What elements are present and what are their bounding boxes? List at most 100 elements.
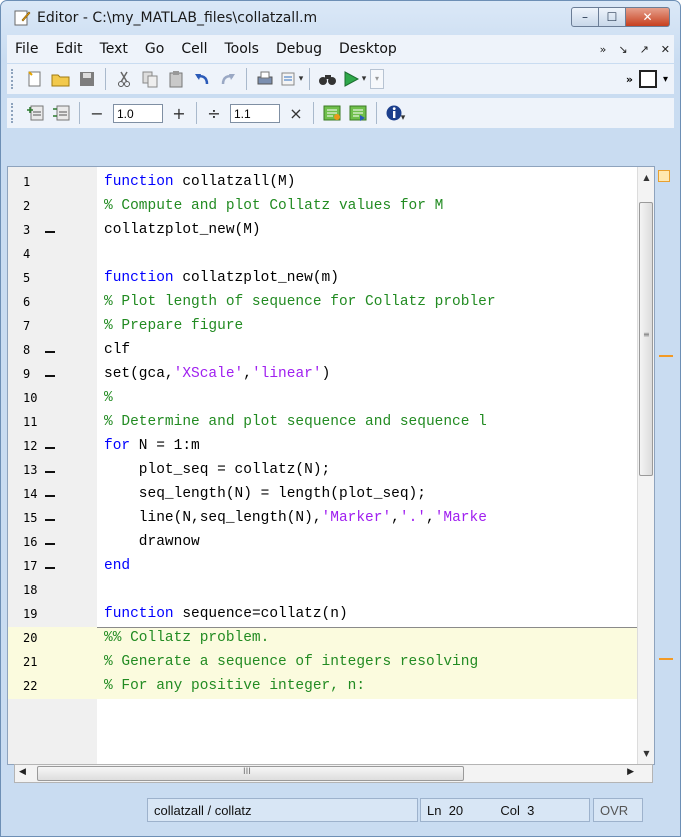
menu-tools[interactable]: Tools [216,41,268,57]
paste-icon[interactable] [163,67,189,91]
code-line[interactable]: 4 [8,243,654,267]
menu-overflow-icon[interactable]: » [600,43,607,56]
code-line[interactable]: 7 % Prepare figure [8,315,654,339]
horizontal-scroll-thumb[interactable]: III [37,766,464,781]
publish-icon[interactable]: ▾ [278,67,304,91]
breakpoint-marker[interactable] [45,519,55,521]
line-number: 22 [23,679,38,693]
code-text: % Compute and plot Collatz values for M [104,198,444,214]
redo-icon[interactable] [215,67,241,91]
warning-marker[interactable] [659,355,673,357]
menu-cell[interactable]: Cell [173,41,216,57]
breakpoint-marker[interactable] [45,375,55,377]
menu-file[interactable]: File [7,41,47,57]
line-number: 1 [23,175,31,189]
code-line[interactable]: 2 % Compute and plot Collatz values for M [8,195,654,219]
breakpoint-marker[interactable] [45,567,55,569]
divide-button[interactable]: ÷ [202,104,226,123]
code-line[interactable]: 6 % Plot length of sequence for Collatz p… [8,291,654,315]
evaluate-cell-icon[interactable] [319,101,345,125]
code-line[interactable]: 19 function sequence=collatz(n) [8,603,654,627]
status-cursor-position: Ln 20 Col 3 [420,798,590,822]
save-icon[interactable] [74,67,100,91]
toolbar-separator [196,102,197,124]
analyzer-status-icon[interactable] [658,170,670,182]
scroll-up-icon[interactable]: ▲ [638,169,654,186]
copy-icon[interactable] [137,67,163,91]
code-line[interactable]: 18 [8,579,654,603]
toolbar-grip[interactable] [11,69,16,89]
title-bar[interactable]: Editor - C:\my_MATLAB_files\collatzall.m… [1,1,680,35]
menu-text[interactable]: Text [92,41,137,57]
code-line[interactable]: 21 % Generate a sequence of integers reso… [8,651,654,675]
scroll-right-icon[interactable]: ▶ [627,767,634,777]
scroll-down-icon[interactable]: ▼ [638,745,654,762]
find-icon[interactable] [315,67,341,91]
code-line[interactable]: 14 seq_length(N) = length(plot_seq); [8,483,654,507]
menu-desktop[interactable]: Desktop [331,41,406,57]
undock-icon[interactable]: ↗ [640,43,649,56]
code-line[interactable]: 3 collatzplot_new(M) [8,219,654,243]
code-line[interactable]: 12 for N = 1:m [8,435,654,459]
multiply-button[interactable]: × [284,104,308,123]
increment-button[interactable]: + [167,104,191,123]
vertical-scroll-thumb[interactable]: ≡ [639,202,653,476]
code-line[interactable]: 9 set(gca,'XScale','linear') [8,363,654,387]
vertical-scrollbar[interactable]: ▲ ≡ ▼ [637,167,654,764]
breakpoint-marker[interactable] [45,231,55,233]
code-line[interactable]: 17 end [8,555,654,579]
vertical-thumb-grip: ≡ [643,330,650,339]
print-icon[interactable] [252,67,278,91]
toolbar-grip[interactable] [11,103,16,123]
breakpoint-marker[interactable] [45,543,55,545]
divide-value-field[interactable]: 1.1 [230,103,280,123]
close-button[interactable]: ✕ [626,7,670,27]
code-line[interactable]: 10% [8,387,654,411]
code-line[interactable]: 8 clf [8,339,654,363]
menu-debug[interactable]: Debug [268,41,331,57]
warning-marker[interactable] [659,658,673,660]
open-folder-icon[interactable] [48,67,74,91]
code-editor[interactable]: 1 function collatzall(M) 2 % Compute and pl… [7,166,655,765]
code-line[interactable]: 11 % Determine and plot sequence and sequ… [8,411,654,435]
insert-cell-divider-icon[interactable] [22,101,48,125]
breakpoint-marker[interactable] [45,495,55,497]
code-line[interactable]: 1 function collatzall(M) [8,171,654,195]
decrement-button[interactable]: − [85,104,109,123]
status-overwrite-mode[interactable]: OVR [593,798,643,822]
scroll-left-icon[interactable]: ◀ [19,767,26,777]
horizontal-scrollbar[interactable]: ◀ III ▶ [14,764,653,783]
toolbar-overflow-icon[interactable]: » [626,73,633,86]
code-line[interactable]: 20 %% Collatz problem. [8,627,654,651]
maximize-button[interactable]: ☐ [599,7,626,27]
code-line[interactable]: 5 function collatzplot_new(m) [8,267,654,291]
code-line[interactable]: 13 plot_seq = collatz(N); [8,459,654,483]
insert-cell-breaks-icon[interactable] [48,101,74,125]
code-line[interactable]: 22 % For any positive integer, n: [8,675,654,699]
dropdown-arrow-icon[interactable]: ▾ [362,74,367,84]
code-text: % Generate a sequence of integers resolv… [104,654,479,670]
evaluate-cell-advance-icon[interactable] [345,101,371,125]
undo-icon[interactable] [189,67,215,91]
layout-selector[interactable]: ▾ [638,70,668,88]
menu-edit[interactable]: Edit [47,41,91,57]
breakpoint-marker[interactable] [45,351,55,353]
decrement-value-field[interactable]: 1.0 [113,103,163,123]
dropdown-arrow-icon[interactable]: ▾ [299,74,304,84]
code-line[interactable]: 15 line(N,seq_length(N),'Marker','.','Ma… [8,507,654,531]
minimize-button[interactable]: – [571,7,599,27]
info-icon[interactable]: ▾ [382,101,408,125]
breakpoint-marker[interactable] [45,447,55,449]
code-analyzer-strip[interactable] [656,166,676,763]
cut-icon[interactable] [111,67,137,91]
code-line[interactable]: 16 drawnow [8,531,654,555]
run-icon[interactable]: ▾ [341,67,367,91]
dropdown-arrow-icon[interactable]: ▾ [401,113,406,123]
new-file-icon[interactable] [22,67,48,91]
dock-icon[interactable]: ↘ [618,43,627,56]
run-options-dropdown[interactable]: ▾ [367,67,387,91]
toolbar-separator [376,102,377,124]
close-document-icon[interactable]: ✕ [661,43,670,56]
menu-go[interactable]: Go [137,41,173,57]
breakpoint-marker[interactable] [45,471,55,473]
